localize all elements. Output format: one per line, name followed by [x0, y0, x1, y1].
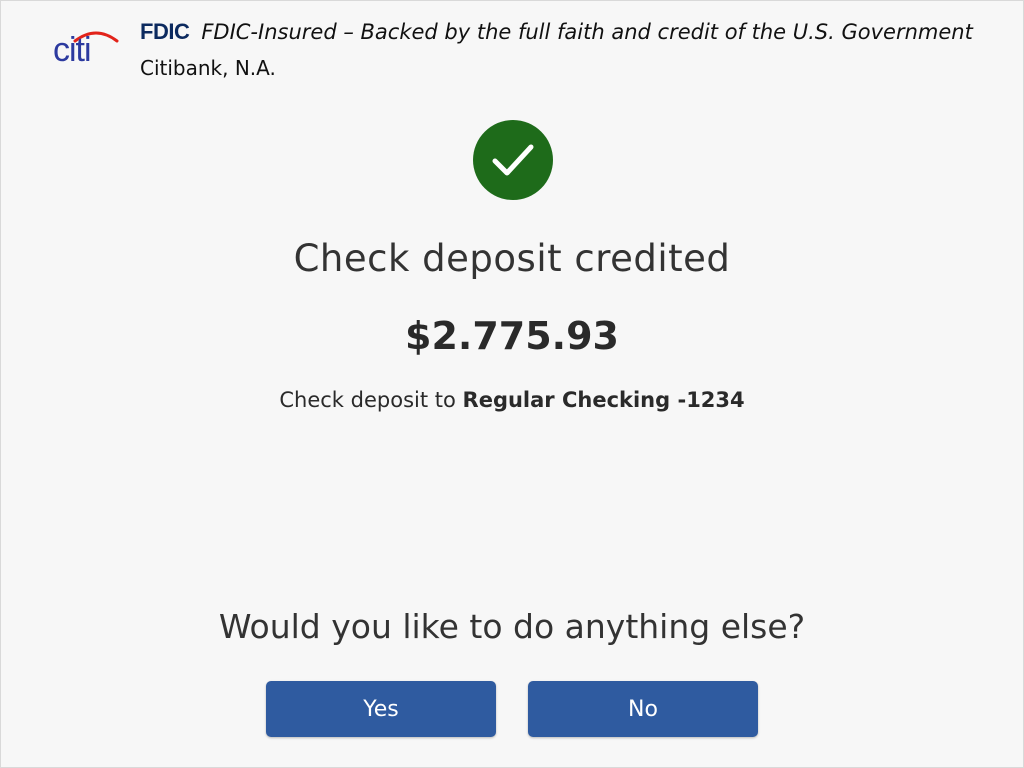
deposit-confirmation-screen: citi FDIC FDIC-Insured – Backed by the fu… [0, 0, 1024, 768]
check-circle-icon [473, 120, 553, 200]
deposit-destination: Check deposit to Regular Checking -1234 [1, 388, 1023, 412]
citi-logo: citi [53, 29, 119, 69]
no-button[interactable]: No [528, 681, 758, 737]
yes-button[interactable]: Yes [266, 681, 496, 737]
header: citi FDIC FDIC-Insured – Backed by the fu… [1, 1, 1023, 91]
followup-question: Would you like to do anything else? [218, 607, 806, 646]
citi-logo-text: citi [53, 31, 92, 69]
deposit-amount: $2.775.93 [405, 314, 619, 358]
fdic-logo: FDIC [140, 19, 190, 44]
confirmation-title: Check deposit credited [293, 237, 731, 280]
deposit-prefix: Check deposit to [279, 388, 456, 412]
account-name: Regular Checking -1234 [462, 388, 745, 412]
bank-name: Citibank, N.A. [140, 56, 276, 80]
fdic-statement: FDIC-Insured – Backed by the full faith … [201, 20, 973, 44]
fdic-notice: FDIC FDIC-Insured – Backed by the full fa… [140, 19, 973, 45]
